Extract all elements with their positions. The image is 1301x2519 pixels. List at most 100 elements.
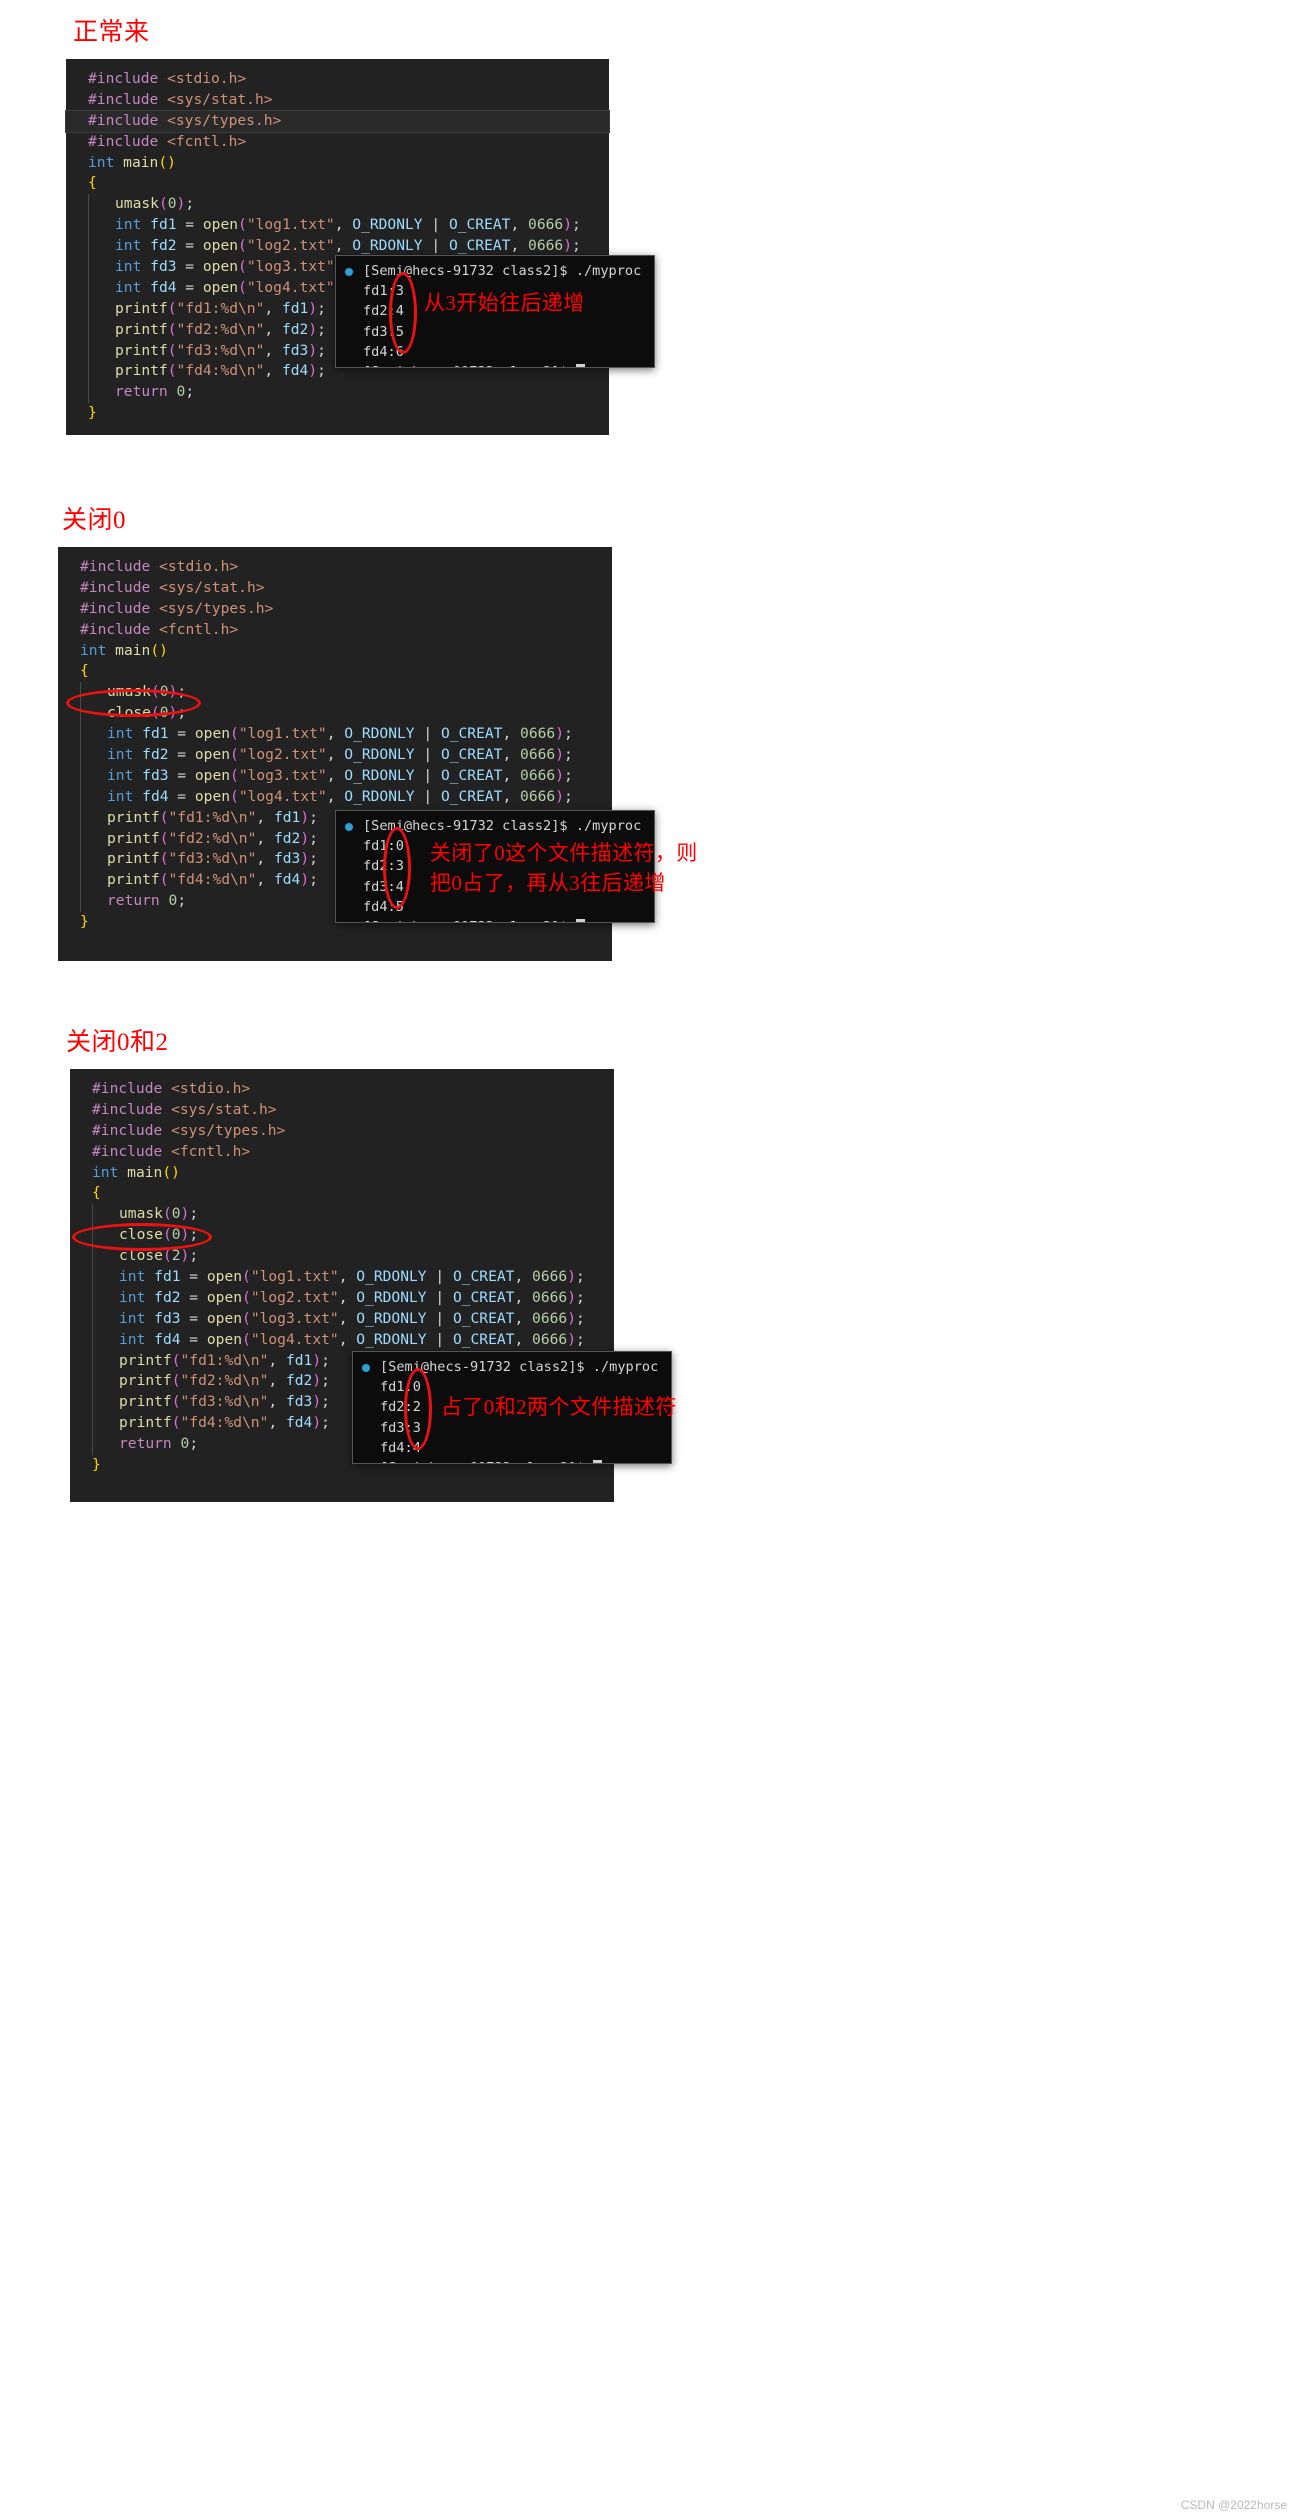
code-token: fd3 [142, 766, 169, 784]
code-token: ( [167, 362, 177, 380]
code-token: int [92, 1163, 119, 1181]
code-line: int main() [70, 1163, 614, 1184]
code-token: int [88, 153, 115, 171]
code-token: O_RDONLY [352, 216, 423, 234]
code-token: ( [171, 1393, 181, 1411]
code-line: int fd1 = open("log1.txt", O_RDONLY | O_… [70, 1267, 614, 1288]
code-token: ( [242, 1288, 251, 1306]
code-token: ) [312, 1414, 322, 1432]
code-token: | [422, 237, 449, 255]
code-token: int [115, 216, 142, 234]
code-token: , [338, 1330, 357, 1348]
code-line: int fd4 = open("log4.txt", O_RDONLY | O_… [70, 1329, 614, 1351]
code-line: #include <fcntl.h> [66, 132, 609, 153]
code-token: #include [80, 558, 151, 575]
code-token: O_CREAT [440, 766, 503, 784]
code-token: O_RDONLY [344, 787, 415, 805]
code-token: ) [312, 1372, 322, 1390]
code-token: fd4 [281, 362, 309, 380]
code-token: | [426, 1330, 453, 1348]
terminal-text: fd2:3 [363, 858, 404, 875]
code-token: , [264, 362, 282, 380]
annotation-note: 关闭了0这个文件描述符，则 把0占了，再从3往后递增 [430, 841, 698, 895]
code-token: fd2 [150, 237, 177, 255]
code-token: "log1.txt" [250, 1268, 339, 1286]
code-token: O_CREAT [452, 1330, 515, 1348]
code-token: = [176, 258, 203, 276]
code-token: ) [555, 766, 564, 784]
code-token: = [180, 1309, 207, 1327]
code-token: ; [563, 725, 573, 743]
code-token: "log3.txt" [246, 258, 335, 276]
code-token: ; [575, 1288, 585, 1306]
code-token: main [123, 153, 159, 171]
code-token: , [334, 216, 353, 234]
code-token: ) [308, 299, 318, 317]
code-token: #include [92, 1121, 163, 1139]
code-token: ) [300, 808, 310, 826]
code-token: open [194, 746, 231, 764]
code-token: | [414, 787, 441, 805]
code-token: ; [185, 195, 195, 213]
terminal-text: fd2:4 [363, 303, 404, 320]
code-token: open [194, 766, 231, 784]
code-token: ; [317, 341, 326, 359]
code-line: #include <stdio.h> [66, 69, 609, 90]
section-title: 正常来 [73, 19, 150, 46]
code-token: #include [80, 599, 151, 617]
code-token: | [414, 766, 441, 784]
code-token: ; [321, 1351, 330, 1369]
code-token: O_RDONLY [356, 1330, 427, 1348]
annotation-note: 从3开始往后递增 [424, 291, 585, 315]
code-token: O_CREAT [440, 787, 503, 805]
code-token: ; [309, 808, 318, 826]
code-token: "log2.txt" [250, 1288, 339, 1306]
code-token: #include [92, 1080, 163, 1097]
code-token: ) [176, 195, 186, 213]
code-token: , [326, 787, 345, 805]
code-token: fd3 [273, 850, 301, 868]
code-token: ; [563, 787, 573, 805]
terminal-text: [Semi@hecs-91732 class2]$ ./myproc [380, 1359, 659, 1375]
code-token: 0666 [532, 1309, 568, 1327]
code-token: O_CREAT [440, 746, 503, 764]
code-token: } [88, 404, 97, 422]
code-token: int [107, 746, 134, 764]
code-token: , [326, 725, 345, 743]
code-token: ) [180, 1226, 190, 1244]
code-token: ( [150, 683, 160, 701]
code-token: ( [167, 341, 177, 359]
terminal-text: [Semi@hecs-91732 class2]$ [380, 1460, 593, 1463]
code-token: 0666 [520, 766, 556, 784]
code-token: ( [159, 829, 169, 847]
terminal-text: fd2:2 [380, 1399, 421, 1416]
code-token: , [334, 237, 353, 255]
code-token: int [115, 258, 142, 276]
code-token: main [115, 641, 151, 659]
code-line: { [58, 661, 612, 682]
code-line: #include <sys/types.h> [70, 1121, 614, 1142]
code-token: printf [115, 320, 168, 338]
code-line: int fd3 = open("log3.txt", O_RDONLY | O_… [70, 1308, 614, 1330]
code-token: ( [238, 216, 247, 234]
terminal-text: fd1:3 [363, 283, 404, 300]
code-token: fd2 [281, 320, 309, 338]
code-token: O_RDONLY [356, 1268, 427, 1286]
code-token: ; [563, 746, 573, 764]
code-token: open [194, 787, 231, 805]
code-token: 0666 [532, 1268, 568, 1286]
code-token: fd4 [285, 1414, 313, 1432]
code-token: ( [159, 871, 169, 889]
code-token: 0 [167, 195, 177, 213]
code-line: #include <fcntl.h> [58, 620, 612, 641]
